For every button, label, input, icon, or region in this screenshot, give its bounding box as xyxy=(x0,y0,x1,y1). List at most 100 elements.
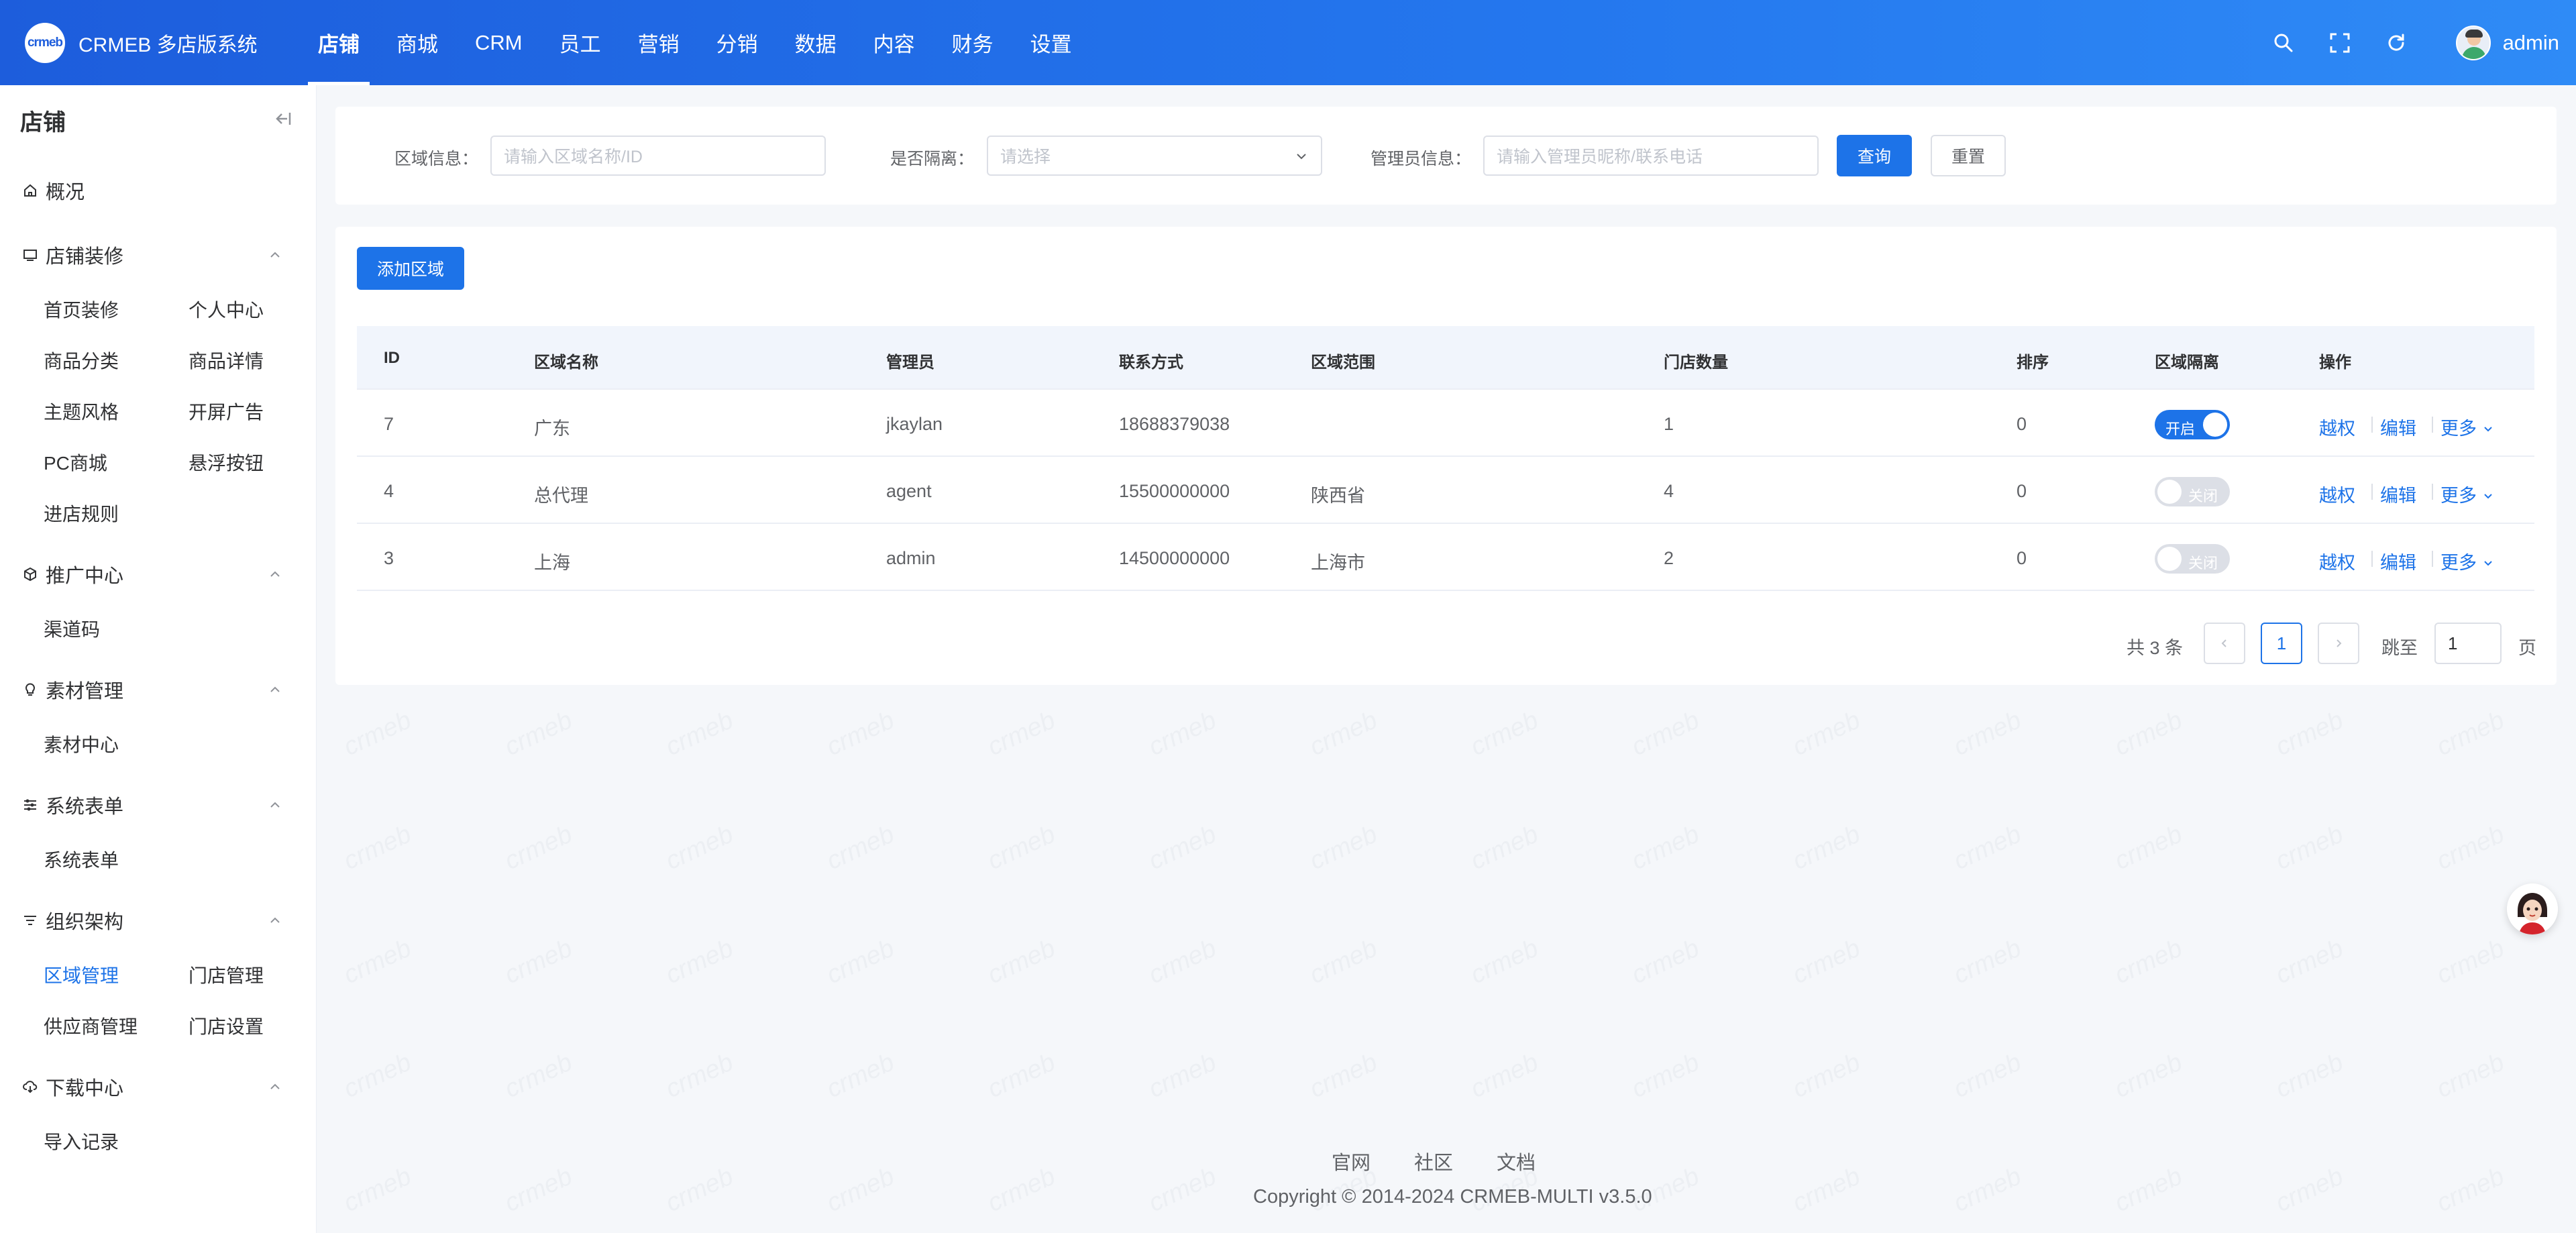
topnav-staff[interactable]: 员工 xyxy=(559,0,601,85)
sidebar-item-label: 概况 xyxy=(46,182,85,203)
sidebar-item-theme[interactable]: 主题风格 xyxy=(44,398,119,425)
column-header: 排序 xyxy=(2017,354,2049,372)
sidebar-item-pc-mall[interactable]: PC商城 xyxy=(44,449,107,476)
column-header: 操作 xyxy=(2319,354,2351,372)
chevron-down-icon xyxy=(1297,154,1306,160)
sidebar-item-store-settings[interactable]: 门店设置 xyxy=(189,1012,264,1039)
customer-service-avatar[interactable] xyxy=(2507,883,2558,934)
chevron-down-icon xyxy=(2483,561,2492,566)
isolation-toggle[interactable]: 关闭 xyxy=(2155,544,2230,574)
footer-link-docs[interactable]: 文档 xyxy=(1497,1147,1536,1175)
fullscreen-icon[interactable] xyxy=(2326,30,2353,56)
sidebar-item-region-management[interactable]: 区域管理 xyxy=(44,961,119,988)
table-header: ID 区域名称 管理员 联系方式 区域范围 门店数量 排序 区域隔离 操作 xyxy=(357,326,2534,390)
next-page-button[interactable] xyxy=(2318,623,2359,664)
chevron-left-icon xyxy=(2221,639,2226,647)
top-header: crmeb CRMEB 多店版系统 店铺 商城 CRM 员工 营销 分销 数据 … xyxy=(0,0,2576,85)
isolation-toggle[interactable]: 开启 xyxy=(2155,410,2230,439)
sidebar-item-material-center[interactable]: 素材中心 xyxy=(44,731,119,757)
home-icon xyxy=(21,182,39,199)
override-link[interactable]: 越权 xyxy=(2319,481,2355,507)
sidebar-item-user-center[interactable]: 个人中心 xyxy=(189,296,264,323)
sidebar-item-splash-ad[interactable]: 开屏广告 xyxy=(189,398,264,425)
sidebar-item-product-detail[interactable]: 商品详情 xyxy=(189,347,264,374)
column-header: ID xyxy=(384,349,400,367)
isolation-select[interactable]: 请选择 xyxy=(987,136,1322,176)
topnav-crm[interactable]: CRM xyxy=(475,0,523,85)
manager-search-input[interactable]: 请输入管理员昵称/联系电话 xyxy=(1483,136,1819,176)
prev-page-button[interactable] xyxy=(2204,623,2245,664)
top-nav: 店铺 商城 CRM 员工 营销 分销 数据 内容 财务 设置 xyxy=(308,0,1109,85)
table-row: 7 广东 jkaylan 18688379038 1 0 开启 越权 编辑 更多 xyxy=(357,390,2534,457)
menu-group-download[interactable]: 下载中心 xyxy=(21,1070,297,1104)
topnav-settings[interactable]: 设置 xyxy=(1030,0,1072,85)
sidebar-item-entry-rules[interactable]: 进店规则 xyxy=(44,500,119,527)
sidebar-item-supplier-management[interactable]: 供应商管理 xyxy=(44,1012,138,1039)
cell-phone: 18688379038 xyxy=(1119,414,1230,434)
more-label: 更多 xyxy=(2440,486,2477,506)
menu-group-promotion[interactable]: 推广中心 xyxy=(21,557,297,591)
topnav-content[interactable]: 内容 xyxy=(873,0,915,85)
chevron-up-icon xyxy=(270,686,280,692)
add-region-button[interactable]: 添加区域 xyxy=(357,247,464,290)
cell-phone: 15500000000 xyxy=(1119,481,1230,501)
chevron-up-icon xyxy=(270,917,280,923)
cell-manager: jkaylan xyxy=(886,414,943,434)
edit-link[interactable]: 编辑 xyxy=(2380,481,2416,507)
edit-link[interactable]: 编辑 xyxy=(2380,548,2416,574)
edit-link[interactable]: 编辑 xyxy=(2380,414,2416,440)
region-search-input[interactable]: 请输入区域名称/ID xyxy=(490,136,826,176)
cell-id: 3 xyxy=(384,548,394,568)
divider xyxy=(2371,551,2373,567)
isolation-toggle[interactable]: 关闭 xyxy=(2155,477,2230,506)
footer-link-official-site[interactable]: 官网 xyxy=(1332,1147,1371,1175)
sidebar-item-system-form[interactable]: 系统表单 xyxy=(44,846,119,873)
sidebar-item-home-decor[interactable]: 首页装修 xyxy=(44,296,119,323)
reset-button[interactable]: 重置 xyxy=(1931,135,2006,176)
sidebar-item-store-management[interactable]: 门店管理 xyxy=(189,961,264,988)
topnav-mall[interactable]: 商城 xyxy=(396,0,438,85)
table-row: 4 总代理 agent 15500000000 陕西省 4 0 关闭 越权 编辑… xyxy=(357,457,2534,524)
cell-sort: 0 xyxy=(2017,548,2027,568)
topnav-marketing[interactable]: 营销 xyxy=(638,0,680,85)
monitor-icon xyxy=(21,246,39,264)
sidebar-item-import-records[interactable]: 导入记录 xyxy=(44,1128,119,1155)
toggle-label: 关闭 xyxy=(2188,555,2218,572)
menu-group-material[interactable]: 素材管理 xyxy=(21,673,297,706)
menu-group-decoration[interactable]: 店铺装修 xyxy=(21,238,297,272)
page-number-button[interactable]: 1 xyxy=(2261,623,2302,664)
brand-name: CRMEB 多店版系统 xyxy=(78,34,258,56)
override-link[interactable]: 越权 xyxy=(2319,548,2355,574)
more-dropdown[interactable]: 更多 xyxy=(2440,481,2494,507)
divider xyxy=(2432,417,2433,433)
region-search-placeholder: 请输入区域名称/ID xyxy=(504,148,643,166)
topnav-data[interactable]: 数据 xyxy=(795,0,837,85)
search-icon[interactable] xyxy=(2270,30,2297,56)
toggle-label: 开启 xyxy=(2165,421,2196,437)
cell-sort: 0 xyxy=(2017,414,2027,434)
footer-link-community[interactable]: 社区 xyxy=(1414,1147,1453,1175)
topnav-finance[interactable]: 财务 xyxy=(952,0,994,85)
more-dropdown[interactable]: 更多 xyxy=(2440,548,2494,574)
query-button[interactable]: 查询 xyxy=(1837,135,1912,176)
toggle-knob xyxy=(2157,547,2182,571)
sidebar-item-float-button[interactable]: 悬浮按钮 xyxy=(189,449,264,476)
sidebar-item-category[interactable]: 商品分类 xyxy=(44,347,119,374)
more-dropdown[interactable]: 更多 xyxy=(2440,414,2494,440)
brand[interactable]: crmeb CRMEB 多店版系统 xyxy=(25,23,258,63)
menu-group-org[interactable]: 组织架构 xyxy=(21,904,297,937)
topnav-distribution[interactable]: 分销 xyxy=(716,0,758,85)
refresh-icon[interactable] xyxy=(2383,30,2410,56)
sidebar-item-overview[interactable]: 概况 xyxy=(21,174,297,207)
isolation-filter-label: 是否隔离： xyxy=(890,150,975,168)
sidebar-item-channel-code[interactable]: 渠道码 xyxy=(44,615,100,642)
user-menu[interactable]: admin xyxy=(2455,25,2559,60)
jump-page-input[interactable]: 1 xyxy=(2434,623,2502,664)
pagination-total: 共 3 条 xyxy=(2127,638,2184,658)
menu-group-forms[interactable]: 系统表单 xyxy=(21,788,297,822)
cell-phone: 14500000000 xyxy=(1119,548,1230,568)
menu-group-label: 素材管理 xyxy=(46,681,124,702)
topnav-store[interactable]: 店铺 xyxy=(308,0,370,85)
override-link[interactable]: 越权 xyxy=(2319,414,2355,440)
collapse-icon[interactable] xyxy=(272,109,292,129)
